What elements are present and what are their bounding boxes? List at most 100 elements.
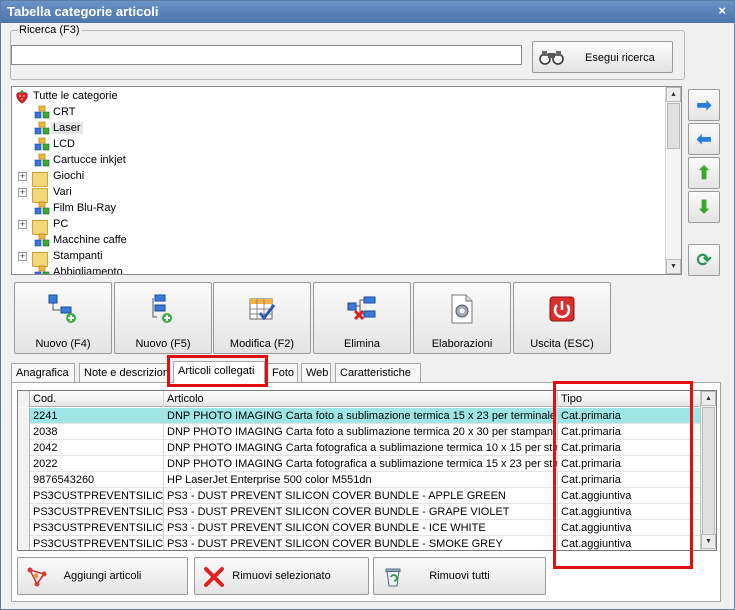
arrow-left-icon: ⬅ <box>696 129 712 149</box>
refresh-button[interactable]: ⟳ <box>688 244 720 276</box>
move-up-button[interactable]: ⬆ <box>688 157 720 189</box>
tree-item-label: PC <box>53 218 69 230</box>
tab-anagrafica[interactable]: Anagrafica <box>11 363 75 383</box>
remove-selected-button[interactable]: Rimuovi selezionato <box>194 557 369 595</box>
category-tree[interactable]: Tutte le categorie CRT Laser LCD Cartucce i… <box>11 86 682 275</box>
row-indicator[interactable] <box>18 408 30 424</box>
tab-caratteristiche[interactable]: Caratteristiche <box>335 363 421 383</box>
edit-label: Modifica (F2) <box>229 338 295 350</box>
process-button[interactable]: Elaborazioni <box>413 282 511 354</box>
row-indicator[interactable] <box>18 440 30 456</box>
tab-web[interactable]: Web <box>301 363 331 383</box>
tab-articoli-collegati[interactable]: Articoli collegati <box>173 361 265 383</box>
grid-scrollbar[interactable]: ▲ ▼ <box>700 391 716 550</box>
tree-item-label: Vari <box>53 186 72 198</box>
scroll-up-icon[interactable]: ▲ <box>666 87 681 102</box>
grid-scroll-thumb[interactable] <box>702 407 715 535</box>
tab-foto[interactable]: Foto <box>267 363 298 383</box>
table-row[interactable]: 2042 DNP PHOTO IMAGING Carta fotografica … <box>18 440 702 456</box>
expand-icon[interactable]: + <box>18 188 27 197</box>
delete-node-icon <box>346 293 378 325</box>
new-f5-button[interactable]: Nuovo (F5) <box>114 282 212 354</box>
cell-cod: 2022 <box>30 456 164 472</box>
delete-button[interactable]: Elimina <box>313 282 411 354</box>
delete-label: Elimina <box>343 338 381 350</box>
strawberry-icon <box>14 89 30 104</box>
remove-all-label: Rimuovi tutti <box>429 570 490 582</box>
close-icon[interactable]: × <box>718 3 726 18</box>
row-indicator[interactable] <box>18 488 30 504</box>
search-button[interactable]: Esegui ricerca <box>532 41 673 73</box>
cell-tipo: Cat.aggiuntiva <box>558 520 702 536</box>
add-items-button[interactable]: Aggiungi articoli <box>17 557 188 595</box>
grid-scroll-up-icon[interactable]: ▲ <box>701 391 716 406</box>
search-input[interactable] <box>11 45 522 65</box>
cell-tipo: Cat.primaria <box>558 424 702 440</box>
process-label: Elaborazioni <box>431 338 493 350</box>
tree-scrollbar[interactable]: ▲ ▼ <box>665 87 681 274</box>
row-indicator[interactable] <box>18 520 30 536</box>
column-header-articolo[interactable]: Articolo <box>164 391 558 407</box>
scroll-down-icon[interactable]: ▼ <box>666 259 681 274</box>
expand-icon[interactable]: + <box>18 220 27 229</box>
cell-articolo: DNP PHOTO IMAGING Carta fotografica a su… <box>164 440 558 456</box>
tab-note-descrizioni[interactable]: Note e descrizioni <box>79 363 169 383</box>
column-header-tipo[interactable]: Tipo <box>558 391 702 407</box>
table-row[interactable]: 2241 DNP PHOTO IMAGING Carta foto a subli… <box>18 408 702 424</box>
table-row[interactable]: PS3CUSTPREVENTSILIC... PS3 - DUST PREVENT… <box>18 536 702 550</box>
tree-item-label: CRT <box>53 106 76 118</box>
cell-cod: 2038 <box>30 424 164 440</box>
tree-item-label: Cartucce inkjet <box>53 154 126 166</box>
new-child-icon <box>147 293 179 325</box>
category-icon <box>34 201 50 216</box>
new-f4-label: Nuovo (F4) <box>35 338 91 350</box>
category-icon <box>34 137 50 152</box>
row-indicator[interactable] <box>18 456 30 472</box>
new-f4-button[interactable]: Nuovo (F4) <box>14 282 112 354</box>
cell-articolo: PS3 - DUST PREVENT SILICON COVER BUNDLE … <box>164 520 558 536</box>
move-down-button[interactable]: ⬇ <box>688 191 720 223</box>
tree-scroll-thumb[interactable] <box>667 103 680 149</box>
expand-icon[interactable]: + <box>18 252 27 261</box>
category-icon <box>34 121 50 136</box>
remove-all-button[interactable]: Rimuovi tutti <box>373 557 546 595</box>
exit-label: Uscita (ESC) <box>530 338 594 350</box>
row-indicator[interactable] <box>18 536 30 550</box>
row-indicator[interactable] <box>18 424 30 440</box>
cell-tipo: Cat.primaria <box>558 408 702 424</box>
title-bar: Tabella categorie articoli × <box>1 1 734 23</box>
cell-tipo: Cat.primaria <box>558 456 702 472</box>
linked-items-grid[interactable]: Cod. Articolo Tipo 2241 DNP PHOTO IMAGING… <box>17 390 717 551</box>
cell-cod: PS3CUSTPREVENTSILIC... <box>30 504 164 520</box>
tree-item-label: Abbigliamento <box>53 266 123 275</box>
table-row[interactable]: 2038 DNP PHOTO IMAGING Carta foto a subli… <box>18 424 702 440</box>
add-items-label: Aggiungi articoli <box>63 570 142 582</box>
tree-root-label: Tutte le categorie <box>33 90 118 102</box>
tree-item-label: Laser <box>51 122 83 134</box>
edit-grid-icon <box>246 293 278 325</box>
table-row[interactable]: PS3CUSTPREVENTSILIC... PS3 - DUST PREVENT… <box>18 504 702 520</box>
row-indicator[interactable] <box>18 472 30 488</box>
column-header-cod[interactable]: Cod. <box>30 391 164 407</box>
search-group-label: Ricerca (F3) <box>17 24 82 36</box>
tree-item-label: Giochi <box>53 170 85 182</box>
table-row[interactable]: PS3CUSTPREVENTSILIC... PS3 - DUST PREVENT… <box>18 488 702 504</box>
arrow-up-icon: ⬆ <box>696 163 712 183</box>
cell-articolo: DNP PHOTO IMAGING Carta foto a sublimazi… <box>164 408 558 424</box>
new-f5-label: Nuovo (F5) <box>135 338 191 350</box>
cell-articolo: DNP PHOTO IMAGING Carta fotografica a su… <box>164 456 558 472</box>
search-button-label: Esegui ricerca <box>585 52 655 64</box>
move-right-button[interactable]: ➡ <box>688 89 720 121</box>
arrow-right-icon: ➡ <box>696 95 712 115</box>
edit-button[interactable]: Modifica (F2) <box>213 282 311 354</box>
expand-icon[interactable]: + <box>18 172 27 181</box>
move-left-button[interactable]: ⬅ <box>688 123 720 155</box>
row-indicator[interactable] <box>18 504 30 520</box>
grid-scroll-down-icon[interactable]: ▼ <box>701 534 716 549</box>
cell-articolo: HP LaserJet Enterprise 500 color M551dn <box>164 472 558 488</box>
table-row[interactable]: PS3CUSTPREVENTSILIC... PS3 - DUST PREVENT… <box>18 520 702 536</box>
table-row[interactable]: 2022 DNP PHOTO IMAGING Carta fotografica … <box>18 456 702 472</box>
table-row[interactable]: 9876543260 HP LaserJet Enterprise 500 col… <box>18 472 702 488</box>
grid-header: Cod. Articolo Tipo <box>18 391 702 407</box>
exit-button[interactable]: Uscita (ESC) <box>513 282 611 354</box>
